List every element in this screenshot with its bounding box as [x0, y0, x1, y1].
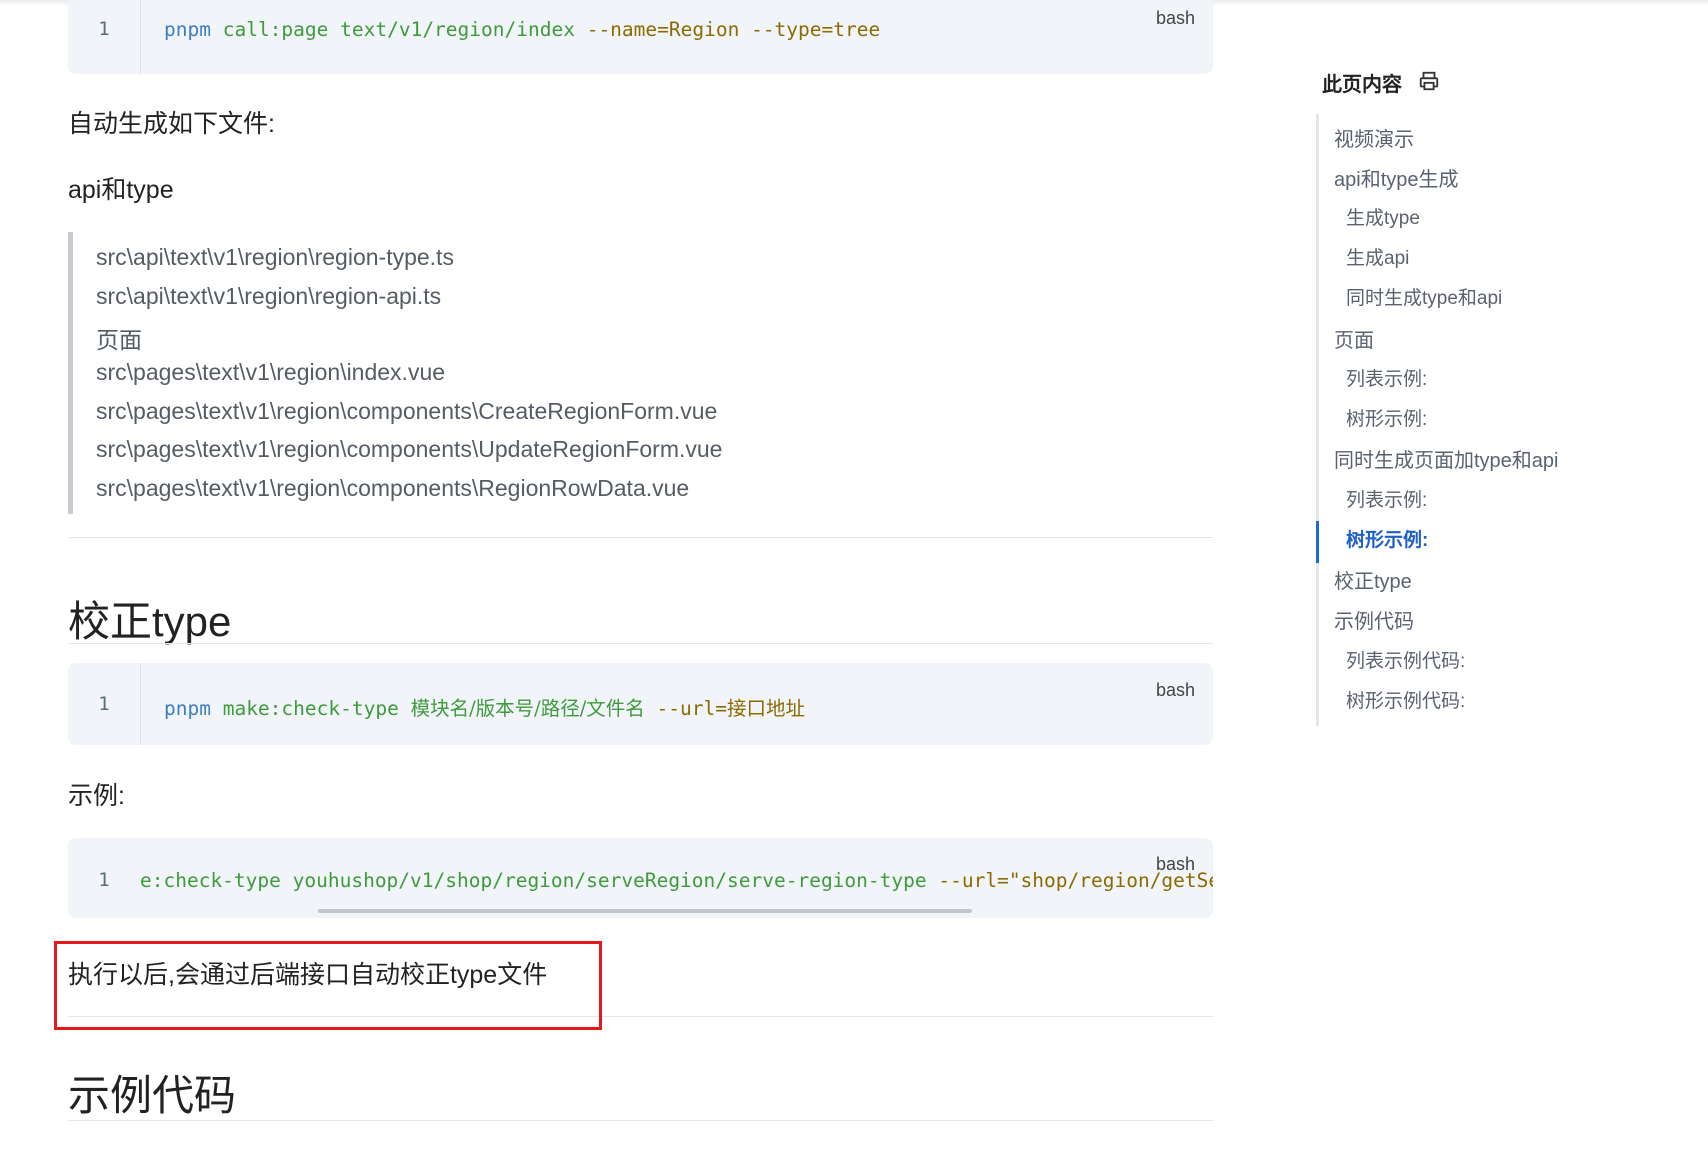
outline-link[interactable]: 同时生成页面加type和api [1334, 444, 1559, 473]
outline-link[interactable]: 列表示例代码: [1346, 646, 1465, 673]
heading-underline [68, 643, 1213, 644]
file-list-item: 页面 [96, 327, 142, 353]
code-flag: --url= [938, 869, 1009, 892]
file-list-item: src\pages\text\v1\region\components\Upda… [96, 436, 723, 462]
heading-check-type: 校正type [68, 598, 232, 645]
code-subcommand: call:page [222, 18, 329, 41]
file-list-item: src\pages\text\v1\region\components\Crea… [96, 398, 718, 424]
outline-active-indicator [1316, 521, 1319, 563]
code-flag-value: "shop/region/getSer [1008, 869, 1213, 892]
outline-link[interactable]: 视频演示 [1334, 123, 1414, 152]
paragraph-generated-files: 自动生成如下文件: [68, 110, 275, 138]
code-path: text/v1/region/index [340, 18, 575, 41]
code-command: pnpm [164, 697, 211, 720]
line-number: 1 [98, 18, 110, 40]
code-lang-label: bash [1155, 680, 1195, 700]
code-lang-label: bash [1155, 8, 1195, 28]
paragraph-api-type: api和type [68, 176, 174, 204]
line-number: 1 [98, 869, 110, 891]
code-flag: --url= [656, 697, 727, 720]
file-list-item: src\api\text\v1\region\region-api.ts [96, 283, 442, 309]
printer-icon[interactable] [1418, 70, 1440, 92]
highlight-box [54, 941, 602, 1030]
code-line[interactable]: pnpm make:check-type 模块名/版本号/路径/文件名 --ur… [164, 692, 805, 721]
outline-rail [1316, 114, 1319, 726]
heading-underline [68, 1120, 1213, 1121]
code-args: 模块名/版本号/路径/文件名 [410, 697, 645, 720]
outline-link[interactable]: 生成type [1346, 203, 1420, 230]
divider [68, 537, 1213, 538]
outline-title: 此页内容 [1322, 74, 1402, 96]
outline-link[interactable]: 页面 [1334, 324, 1374, 353]
code-subcommand: e:check-type [140, 869, 281, 892]
code-flag-value: 接口地址 [727, 697, 806, 720]
scrollbar-thumb[interactable] [318, 909, 972, 913]
outline-link[interactable]: 列表示例: [1346, 364, 1427, 391]
outline-link-active[interactable]: 树形示例: [1346, 525, 1428, 552]
code-flags: --name=Region --type=tree [586, 18, 881, 41]
line-number: 1 [98, 693, 110, 715]
horizontal-scrollbar[interactable] [140, 909, 1213, 914]
code-line[interactable]: pnpm call:page text/v1/region/index --na… [164, 18, 880, 41]
code-block-check-type[interactable]: 1 bash pnpm make:check-type 模块名/版本号/路径/文… [68, 663, 1213, 745]
docs-page: 1 bash pnpm call:page text/v1/region/ind… [0, 0, 1708, 1174]
file-list-item: src\api\text\v1\region\region-type.ts [96, 244, 454, 270]
outline-link[interactable]: 树形示例: [1346, 404, 1427, 431]
code-block-generate-page[interactable]: 1 bash pnpm call:page text/v1/region/ind… [68, 0, 1213, 74]
code-subcommand: make:check-type [222, 697, 399, 720]
file-list-quote: src\api\text\v1\region\region-type.ts sr… [68, 232, 1218, 514]
outline-link[interactable]: 校正type [1334, 565, 1412, 594]
file-list-item: src\pages\text\v1\region\components\Regi… [96, 475, 690, 501]
file-list-item: src\pages\text\v1\region\index.vue [96, 359, 446, 385]
outline-link[interactable]: 示例代码 [1334, 605, 1414, 634]
outline-link[interactable]: 列表示例: [1346, 485, 1427, 512]
code-line[interactable]: e:check-type youhushop/v1/shop/region/se… [140, 869, 1213, 892]
code-path: youhushop/v1/shop/region/serveRegion/ser… [292, 869, 927, 892]
outline-link[interactable]: api和type生成 [1334, 163, 1459, 192]
code-block-example[interactable]: 1 bash e:check-type youhushop/v1/shop/re… [68, 838, 1213, 918]
heading-example-code: 示例代码 [68, 1072, 237, 1119]
outline-link[interactable]: 生成api [1346, 243, 1409, 270]
paragraph-example: 示例: [68, 782, 125, 810]
code-command: pnpm [164, 18, 211, 41]
outline-link[interactable]: 同时生成type和api [1346, 283, 1502, 310]
outline-link[interactable]: 树形示例代码: [1346, 686, 1465, 713]
